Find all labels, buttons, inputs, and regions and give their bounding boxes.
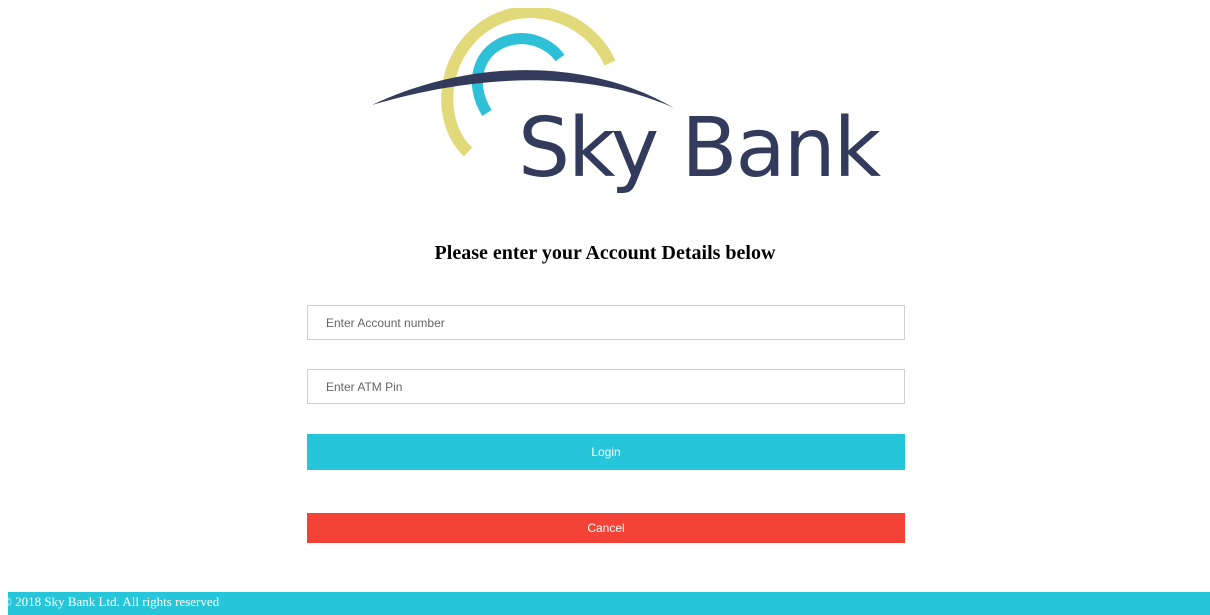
account-number-input[interactable] xyxy=(307,305,905,340)
form-heading: Please enter your Account Details below xyxy=(434,242,776,264)
login-button[interactable]: Login xyxy=(307,434,905,470)
copyright-text: © 2018 Sky Bank Ltd. All rights reserved xyxy=(8,594,220,609)
sky-bank-logo: Sky Bank xyxy=(370,8,881,208)
atm-pin-input[interactable] xyxy=(307,369,905,404)
cancel-button[interactable]: Cancel xyxy=(307,513,905,543)
brand-name: Sky Bank xyxy=(518,101,881,196)
login-page: Sky Bank Please enter your Account Detai… xyxy=(0,0,1210,615)
footer-bar: © 2018 Sky Bank Ltd. All rights reserved xyxy=(8,592,1210,615)
